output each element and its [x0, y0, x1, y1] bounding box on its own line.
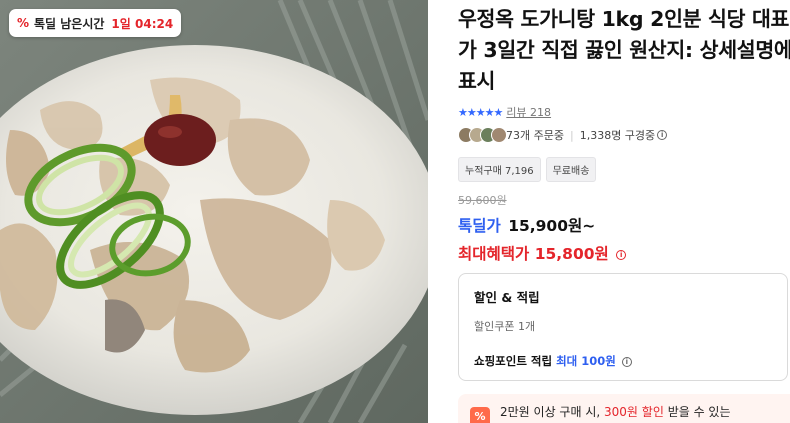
rating-row[interactable]: ★★★★★ 리뷰 218 — [458, 104, 551, 120]
buyer-activity-row: 73개 주문중 | 1,338명 구경중 i — [458, 127, 668, 143]
product-tags: 누적구매 7,196 무료배송 — [458, 157, 597, 182]
product-photo-drawing — [0, 0, 428, 423]
product-info-panel: 우정옥 도가니탕 1kg 2인분 식당 대표가 3일간 직접 끓인 원산지: 상… — [458, 0, 790, 423]
discount-tag-icon: % — [470, 407, 490, 423]
promo-text: 2만원 이상 구매 시, 300원 할인 받을 수 있는 — [500, 403, 731, 423]
buyer-avatars — [458, 127, 507, 143]
tag-cumulative-purchases: 누적구매 7,196 — [458, 157, 541, 182]
viewer-count: 1,338명 구경중 — [579, 129, 656, 142]
percent-icon: % — [16, 16, 30, 30]
promo-text-before: 2만원 이상 구매 시, — [500, 405, 601, 419]
info-icon[interactable]: i — [616, 249, 627, 260]
deal-timer-badge: % 톡딜 남은시간 1일 04:24 — [9, 9, 182, 37]
shopping-point-row: 쇼핑포인트 적립 최대 100원 i — [474, 353, 772, 369]
info-icon[interactable]: i — [657, 130, 668, 140]
point-value: 최대 100원 — [556, 354, 616, 368]
benefit-title: 할인 & 적립 — [474, 290, 540, 305]
max-benefit-price-row[interactable]: 최대혜택가 15,800원 i — [458, 242, 627, 264]
ordering-count: 73개 주문중 — [506, 129, 564, 142]
deal-price-value: 15,900원~ — [508, 217, 596, 235]
avatar — [491, 127, 507, 143]
review-count-link[interactable]: 리뷰 218 — [506, 104, 551, 120]
deal-timer-value: 1일 04:24 — [111, 16, 174, 31]
promo-text-after: 받을 수 있는 — [667, 405, 731, 419]
coupon-count[interactable]: 할인쿠폰 1개 — [474, 318, 772, 334]
max-benefit-price: 최대혜택가 15,800원 — [458, 245, 609, 263]
product-image[interactable]: % 톡딜 남은시간 1일 04:24 — [0, 0, 428, 423]
original-price: 59,600원 — [458, 194, 507, 207]
promo-highlight: 300원 할인 — [604, 405, 664, 419]
deal-price-label: 톡딜가 — [458, 217, 501, 235]
point-label: 쇼핑포인트 적립 — [474, 354, 553, 368]
deal-timer-label: 톡딜 남은시간 — [34, 16, 105, 31]
product-title: 우정옥 도가니탕 1kg 2인분 식당 대표가 3일간 직접 끓인 원산지: 상… — [458, 7, 790, 93]
tag-free-shipping: 무료배송 — [545, 157, 597, 182]
promo-banner[interactable]: % 2만원 이상 구매 시, 300원 할인 받을 수 있는 — [458, 394, 790, 423]
divider: | — [569, 128, 574, 142]
star-icon: ★★★★★ — [458, 105, 503, 119]
info-icon[interactable]: i — [621, 356, 632, 367]
deal-price-row: 톡딜가 15,900원~ — [458, 214, 595, 236]
discount-benefit-box[interactable]: 할인 & 적립 할인쿠폰 1개 쇼핑포인트 적립 최대 100원 i — [458, 273, 788, 381]
